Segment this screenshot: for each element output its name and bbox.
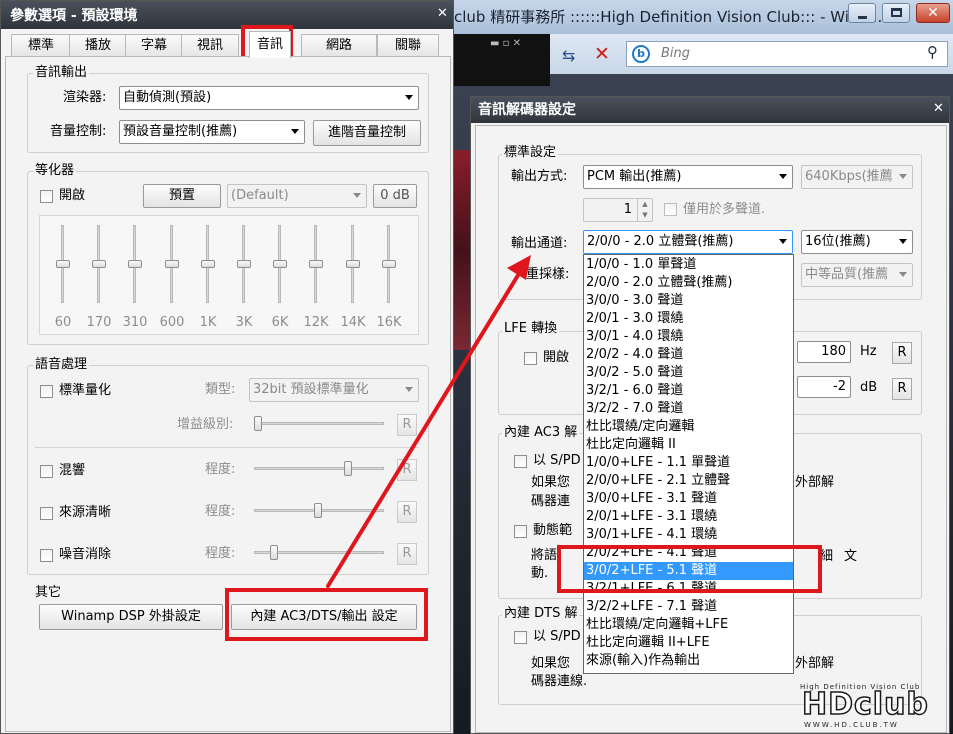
- watermark: High Definition Vision Club HDclub WWW.H…: [800, 683, 950, 731]
- red-arrow: [326, 255, 531, 588]
- tab-label: 音訊: [256, 37, 283, 52]
- watermark-logo: HDclub: [801, 687, 929, 722]
- tab-audio[interactable]: 音訊: [249, 31, 291, 58]
- watermark-url: WWW.HD.CLUB.TW: [804, 721, 899, 729]
